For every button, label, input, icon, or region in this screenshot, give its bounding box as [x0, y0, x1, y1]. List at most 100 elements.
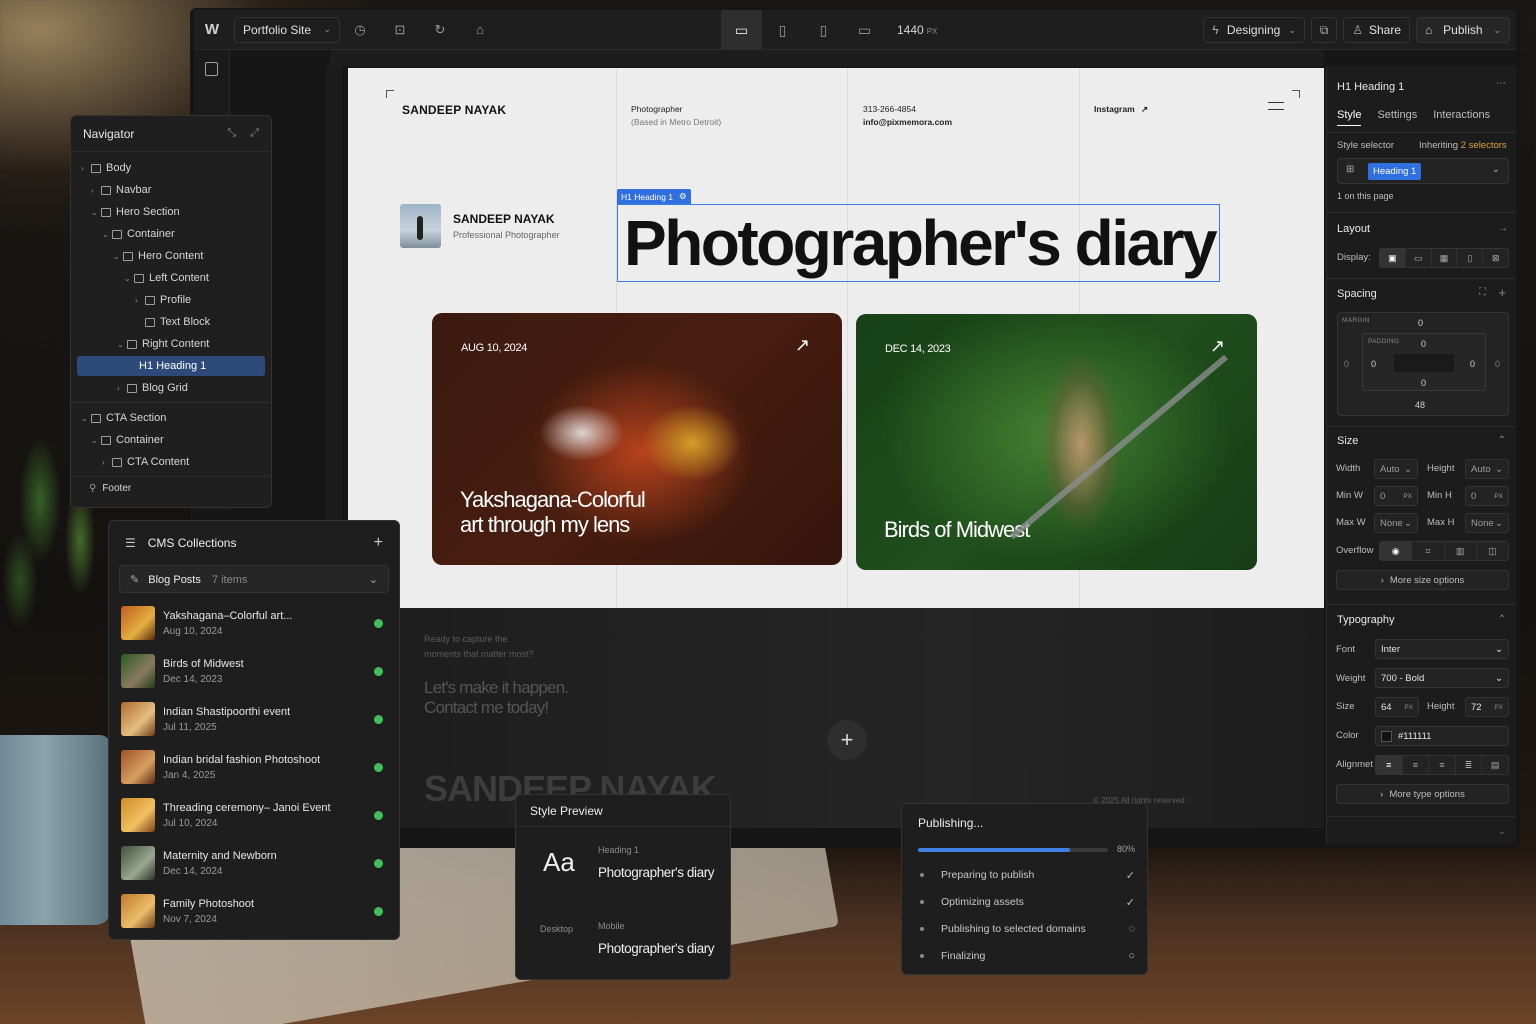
tree-node[interactable]: ⌄ Hero Section	[77, 202, 265, 222]
display-block-icon[interactable]: ▣	[1380, 249, 1406, 267]
cms-list-item[interactable]: Family Photoshoot Nov 7, 2024	[121, 891, 385, 931]
chevron-up-icon[interactable]: ⌃	[1498, 614, 1506, 625]
tree-node[interactable]: › Profile	[77, 290, 265, 310]
eye-icon[interactable]: ◉	[1380, 542, 1413, 560]
arrow-right-icon[interactable]: →	[1498, 223, 1508, 234]
chevron-right-icon[interactable]: ›	[135, 296, 145, 305]
tree-node[interactable]: ⌄ Container	[77, 224, 265, 244]
minw-field[interactable]: 0 PX	[1374, 486, 1418, 506]
margin-bottom[interactable]: 48	[1415, 400, 1425, 410]
collapse-icon[interactable]: ⤡	[227, 127, 236, 140]
chevron-down-icon[interactable]: ⌄	[1498, 826, 1506, 837]
width-field[interactable]: Auto ⌄	[1374, 459, 1418, 479]
tree-node[interactable]: ⌄ Left Content	[77, 268, 265, 288]
refresh-icon[interactable]: ↻	[420, 22, 460, 38]
mobile-breakpoint-icon[interactable]: ▯	[803, 10, 844, 50]
page-heading[interactable]: Photographer's diary	[624, 211, 1218, 275]
tree-node[interactable]: › Body	[77, 158, 265, 178]
tree-node[interactable]: Text Block	[77, 312, 265, 332]
undock-icon[interactable]: ⤢	[250, 127, 259, 140]
cms-list-item[interactable]: Indian Shastipoorthi event Jul 11, 2025	[121, 699, 385, 739]
tree-node[interactable]: ⌄ Right Content	[77, 334, 265, 354]
padding-bottom[interactable]: 0	[1421, 378, 1426, 388]
cms-list-item[interactable]: Yakshagana–Colorful art... Aug 10, 2024	[121, 603, 385, 643]
overflow-hidden-icon[interactable]: ⌗	[1412, 542, 1445, 560]
tree-node[interactable]: ⌄ CTA Section	[77, 408, 265, 428]
tab-interactions[interactable]: Interactions	[1433, 109, 1490, 126]
minh-field[interactable]: 0 PX	[1465, 486, 1509, 506]
margin-left[interactable]: 0	[1344, 359, 1349, 369]
selector-chip[interactable]: Heading 1	[1368, 163, 1422, 180]
instagram-link[interactable]: Instagram ↗	[1094, 103, 1148, 116]
overflow-scroll-icon[interactable]: ▥	[1445, 542, 1477, 560]
tree-node[interactable]: ⌄ Container	[77, 430, 265, 450]
chevron-down-icon[interactable]: ⌄	[102, 230, 112, 239]
weight-field[interactable]: 700 - Bold ⌄	[1375, 668, 1509, 688]
display-inline-icon[interactable]: ▯	[1457, 249, 1484, 267]
display-none-icon[interactable]: ⊠	[1483, 249, 1508, 267]
tab-style[interactable]: Style	[1337, 109, 1362, 126]
tree-node[interactable]: ⚲ Footer	[77, 478, 265, 498]
profile[interactable]: SANDEEP NAYAK Professional Photographer	[400, 204, 560, 248]
chevron-down-icon[interactable]: ⌄	[91, 208, 101, 217]
cms-list-item[interactable]: Threading ceremony– Janoi Event Jul 10, 2…	[121, 795, 385, 835]
chevron-right-icon[interactable]: ›	[91, 186, 101, 195]
tree-node-selected[interactable]: H1 Heading 1	[77, 356, 265, 376]
collection-select[interactable]: ✎ Blog Posts 7 items ⌄	[119, 565, 389, 593]
add-collection-button[interactable]: +	[374, 534, 383, 552]
navigator-toggle-icon[interactable]: ⊡	[380, 22, 420, 38]
height-field[interactable]: Auto ⌄	[1465, 459, 1509, 479]
color-swatch[interactable]	[1381, 730, 1392, 742]
cms-list-item[interactable]: Maternity and Newborn Dec 14, 2024	[121, 843, 385, 883]
assets-icon[interactable]: ⌂	[460, 22, 500, 37]
add-icon[interactable]: +	[1498, 285, 1506, 300]
tree-node[interactable]: › Blog Grid	[77, 378, 265, 398]
selected-heading[interactable]: Photographer's diary	[617, 204, 1220, 282]
font-field[interactable]: Inter ⌄	[1375, 639, 1509, 659]
more-options-icon[interactable]: ⋯	[1496, 78, 1506, 89]
chevron-down-icon[interactable]: ⌄	[124, 274, 134, 283]
desktop-breakpoint-icon[interactable]: ▭	[721, 10, 762, 50]
line-height-field[interactable]: 72 PX	[1465, 697, 1509, 717]
chevron-right-icon[interactable]: ›	[81, 164, 91, 173]
cms-list-item[interactable]: Indian bridal fashion Photoshoot Jan 4, 2…	[121, 747, 385, 787]
blog-card[interactable]: AUG 10, 2024 ↗ Yakshagana-Colorful art t…	[432, 313, 842, 565]
menu-icon[interactable]	[1268, 102, 1284, 110]
tab-settings[interactable]: Settings	[1377, 109, 1417, 126]
email-text[interactable]: info@pixmemora.com	[863, 116, 952, 129]
phone-text[interactable]: 313-266-4854	[863, 103, 952, 116]
blog-card[interactable]: DEC 14, 2023 ↗ Birds of Midwest	[856, 314, 1257, 570]
site-selector[interactable]: Portfolio Site ⌄	[234, 16, 340, 43]
tree-node[interactable]: ⌄ Hero Content	[77, 246, 265, 266]
chevron-right-icon[interactable]: ›	[117, 384, 127, 393]
maxw-field[interactable]: None ⌄	[1374, 513, 1418, 533]
chevron-down-icon[interactable]: ⌄	[81, 414, 91, 423]
color-field[interactable]: #111111	[1375, 726, 1509, 746]
chevron-down-icon[interactable]: ⌄	[91, 436, 101, 445]
style-selector-field[interactable]: ⊞ Heading 1 ⌄	[1337, 158, 1509, 184]
display-flex-icon[interactable]: ▭	[1406, 249, 1432, 267]
tree-node[interactable]: › Navbar	[77, 180, 265, 200]
align-left-icon[interactable]: ≡	[1376, 756, 1403, 774]
align-justify-icon[interactable]: ≣	[1456, 756, 1483, 774]
display-grid-icon[interactable]: ▦	[1432, 249, 1458, 267]
add-element-button[interactable]: +	[827, 720, 867, 760]
padding-right[interactable]: 0	[1470, 359, 1475, 369]
more-size-options-button[interactable]: › More size options	[1336, 570, 1509, 590]
chevron-down-icon[interactable]: ⌄	[113, 252, 123, 261]
margin-top[interactable]: 0	[1418, 318, 1423, 328]
tree-node[interactable]: › CTA Content	[77, 452, 265, 472]
expand-icon[interactable]: ⛶	[1479, 287, 1486, 298]
align-right-icon[interactable]: ≡	[1429, 756, 1456, 774]
publish-button[interactable]: ⌂ Publish ⌄	[1416, 17, 1510, 43]
share-button[interactable]: ♙ Share	[1343, 17, 1410, 43]
margin-right[interactable]: 0	[1495, 359, 1500, 369]
tablet-breakpoint-icon[interactable]: ▯	[762, 10, 803, 50]
history-icon[interactable]: ◷	[340, 22, 380, 38]
inheriting-count[interactable]: 2 selectors	[1461, 140, 1507, 151]
padding-left[interactable]: 0	[1371, 359, 1376, 369]
maxh-field[interactable]: None ⌄	[1465, 513, 1509, 533]
webflow-logo-icon[interactable]: W	[194, 21, 230, 38]
landscape-breakpoint-icon[interactable]: ▭	[844, 10, 885, 50]
chevron-down-icon[interactable]: ⌄	[117, 340, 127, 349]
